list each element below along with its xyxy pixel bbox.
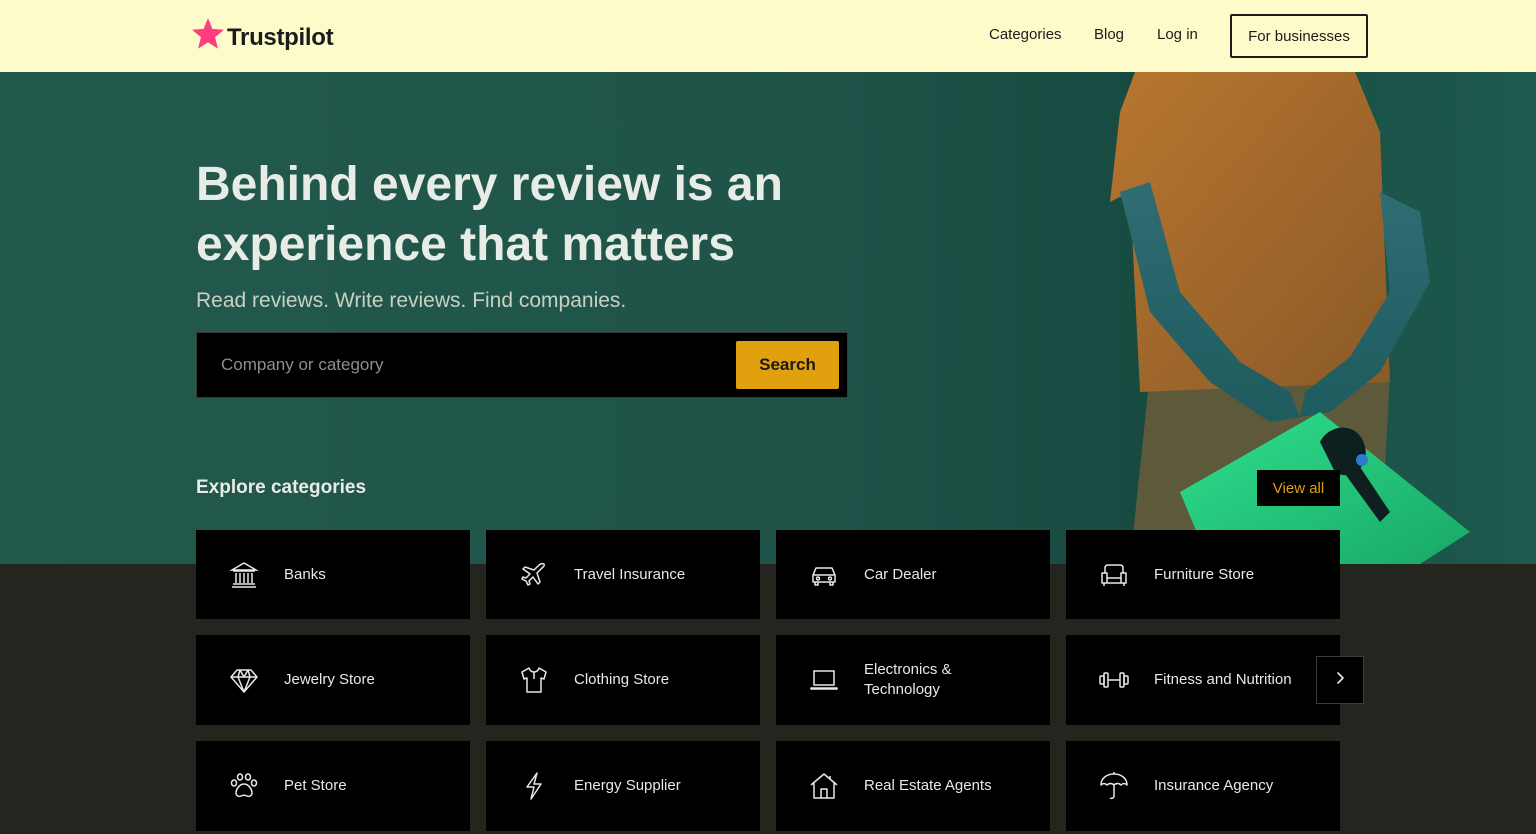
airplane-icon xyxy=(518,559,550,591)
paw-icon xyxy=(228,770,260,802)
category-card-energy-supplier[interactable]: Energy Supplier xyxy=(486,741,760,831)
category-card-travel-insurance[interactable]: Travel Insurance xyxy=(486,530,760,619)
trustpilot-logo[interactable]: Trustpilot xyxy=(191,16,334,55)
category-label: Jewelry Store xyxy=(284,671,375,688)
category-card-jewelry-store[interactable]: Jewelry Store xyxy=(196,635,470,725)
nav-blog-link[interactable]: Blog xyxy=(1094,26,1124,43)
category-label: Insurance Agency xyxy=(1154,777,1274,794)
view-all-button[interactable]: View all xyxy=(1257,470,1340,506)
category-card-real-estate-agents[interactable]: Real Estate Agents xyxy=(776,741,1050,831)
lightning-icon xyxy=(518,770,550,802)
search-bar: Search xyxy=(196,332,848,398)
category-card-insurance-agency[interactable]: Insurance Agency xyxy=(1066,741,1340,831)
site-header: Trustpilot Categories Blog Log in For bu… xyxy=(0,0,1536,72)
laptop-icon xyxy=(808,664,840,696)
explore-categories-title: Explore categories xyxy=(196,477,367,498)
hero-section: Behind every review is an experience tha… xyxy=(0,72,1536,564)
category-label: Real Estate Agents xyxy=(864,777,992,794)
category-card-electronics-technology[interactable]: Electronics & Technology xyxy=(776,635,1050,725)
for-businesses-button[interactable]: For businesses xyxy=(1230,14,1368,58)
category-label: Clothing Store xyxy=(574,671,670,688)
star-logo-icon xyxy=(191,16,225,55)
sofa-icon xyxy=(1098,559,1130,591)
diamond-icon xyxy=(228,664,260,696)
category-card-furniture-store[interactable]: Furniture Store xyxy=(1066,530,1340,619)
nav-login-link[interactable]: Log in xyxy=(1157,26,1198,43)
car-icon xyxy=(808,559,840,591)
hero-headline: Behind every review is an experience tha… xyxy=(196,158,783,271)
category-label: Pet Store xyxy=(284,777,347,794)
dumbbell-icon xyxy=(1098,664,1130,696)
category-label: Travel Insurance xyxy=(574,565,686,583)
nav-categories-link[interactable]: Categories xyxy=(989,26,1062,43)
search-button[interactable]: Search xyxy=(736,341,839,389)
hero-subline: Read reviews. Write reviews. Find compan… xyxy=(196,289,627,312)
logo-text: Trustpilot xyxy=(227,23,334,51)
bank-icon xyxy=(228,559,260,591)
category-label: Energy Supplier xyxy=(574,777,681,794)
category-card-car-dealer[interactable]: Car Dealer xyxy=(776,530,1050,619)
carousel-next-button[interactable] xyxy=(1316,656,1364,704)
category-card-fitness-nutrition[interactable]: Fitness and Nutrition xyxy=(1066,635,1340,725)
category-label: Fitness and Nutrition xyxy=(1154,671,1292,688)
shirt-icon xyxy=(518,664,550,696)
category-label: Car Dealer xyxy=(864,565,937,583)
category-label: Banks xyxy=(284,565,326,583)
category-card-clothing-store[interactable]: Clothing Store xyxy=(486,635,760,725)
umbrella-icon xyxy=(1098,770,1130,802)
category-label: Electronics & Technology xyxy=(864,661,952,698)
house-icon xyxy=(808,770,840,802)
category-label: Furniture Store xyxy=(1154,565,1255,583)
chevron-right-icon xyxy=(1332,670,1348,691)
category-card-banks[interactable]: Banks xyxy=(196,530,470,619)
category-grid: Banks Travel Insurance Car Dealer Furnit… xyxy=(196,530,1340,831)
category-card-pet-store[interactable]: Pet Store xyxy=(196,741,470,831)
search-input[interactable] xyxy=(197,333,717,397)
